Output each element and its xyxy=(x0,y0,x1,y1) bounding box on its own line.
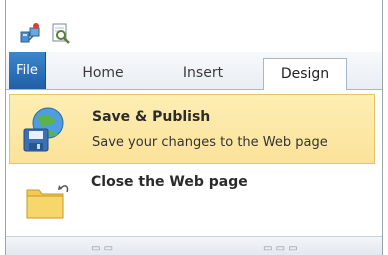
save-publish-description: Save your changes to the Web page xyxy=(92,135,328,150)
app-window: File Home Insert Design Save & Publish S… xyxy=(5,0,383,255)
print-preview-icon[interactable] xyxy=(49,22,73,50)
save-publish-title: Save & Publish xyxy=(92,109,211,125)
save-publish-item[interactable]: Save & Publish Save your changes to the … xyxy=(9,94,375,164)
tab-insert[interactable]: Insert xyxy=(175,58,231,88)
faded-ribbon-text-left: ▭ ▭ xyxy=(91,243,114,254)
faded-ribbon-text-right: ▭ ▭ ▭ xyxy=(263,243,298,254)
ribbon-tab-row: File Home Insert Design xyxy=(5,52,383,90)
tab-file[interactable]: File xyxy=(9,52,46,89)
window-border-left xyxy=(5,0,6,255)
save-publish-icon xyxy=(20,105,70,159)
close-web-page-title: Close the Web page xyxy=(91,174,248,190)
window-border-right xyxy=(382,0,383,255)
tab-home[interactable]: Home xyxy=(71,58,135,88)
underlying-ribbon-strip: ▭ ▭ ▭ ▭ ▭ xyxy=(5,236,383,255)
close-web-page-item[interactable]: Close the Web page xyxy=(9,168,373,228)
tab-design[interactable]: Design xyxy=(263,58,347,90)
web-database-icon[interactable] xyxy=(19,22,43,50)
backstage-menu: Save & Publish Save your changes to the … xyxy=(5,90,383,235)
close-folder-icon xyxy=(23,178,71,226)
